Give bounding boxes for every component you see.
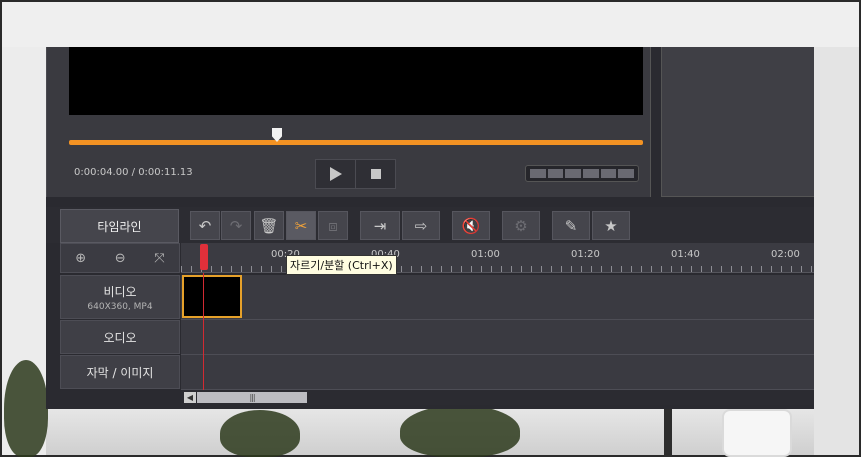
background-top <box>0 0 861 47</box>
ruler-label: 02:00 <box>771 249 800 260</box>
video-track-title: 비디오 <box>103 284 137 299</box>
export-button[interactable]: ⇨ <box>402 211 440 240</box>
playhead-line <box>203 273 204 390</box>
scrollbar-thumb[interactable]: ||| <box>197 392 307 403</box>
time-total: 0:00:11.13 <box>138 167 193 178</box>
slider-segment <box>565 169 582 178</box>
video-track[interactable] <box>181 275 814 320</box>
play-button[interactable] <box>316 160 356 188</box>
film-edit-icon: ✎ <box>564 216 578 235</box>
video-track-info: 640X360, MP4 <box>87 301 153 312</box>
favorite-clip-button[interactable]: ★ <box>592 211 630 240</box>
ruler-ticks <box>181 266 814 272</box>
track-label-video: 비디오 640X360, MP4 <box>60 275 180 319</box>
scroll-left-button[interactable]: ◀ <box>184 392 196 403</box>
slider-segment <box>583 169 599 178</box>
track-label-subtitle: 자막 / 이미지 <box>60 355 180 389</box>
timeline-scrollbar[interactable]: ◀ ||| <box>181 390 814 405</box>
video-clip[interactable] <box>182 275 242 318</box>
ruler-label: 01:40 <box>671 249 700 260</box>
undo-button[interactable]: ↶ <box>190 211 220 240</box>
audio-track[interactable] <box>181 320 814 355</box>
slider-segment <box>530 169 546 178</box>
preview-panel: 0:00:04.00 / 0:00:11.13 <box>46 47 651 197</box>
zoom-in-icon[interactable]: ⊕ <box>75 251 86 266</box>
delete-button[interactable]: 🗑 <box>254 211 284 240</box>
scissors-icon: ✂ <box>294 216 308 235</box>
plant-leaf <box>220 410 300 457</box>
trash-icon: 🗑 <box>259 216 279 235</box>
speaker-mute-icon: 🔇 <box>461 216 481 235</box>
undo-icon: ↶ <box>198 216 212 235</box>
mute-button[interactable]: 🔇 <box>452 211 490 240</box>
time-readout: 0:00:04.00 / 0:00:11.13 <box>74 167 193 178</box>
ruler-label: 01:20 <box>571 249 600 260</box>
subtitle-track-title: 자막 / 이미지 <box>86 365 154 380</box>
edit-clip-button[interactable]: ✎ <box>552 211 590 240</box>
insert-clip-icon: ⇥ <box>373 216 387 235</box>
crop-button[interactable]: ⧈ <box>318 211 348 240</box>
audio-track-title: 오디오 <box>103 330 137 345</box>
playback-controls <box>315 159 396 189</box>
stop-button[interactable] <box>356 160 395 188</box>
cut-tooltip: 자르기/분할 (Ctrl+X) <box>286 255 397 275</box>
video-preview <box>69 47 643 115</box>
film-star-icon: ★ <box>604 216 618 235</box>
redo-icon: ↷ <box>229 216 243 235</box>
fit-screen-icon[interactable]: ⤧ <box>154 251 164 266</box>
ruler-label: 01:00 <box>471 249 500 260</box>
time-current: 0:00:04.00 <box>74 167 129 178</box>
plant-leaf <box>400 405 520 457</box>
volume-slider[interactable] <box>525 165 639 182</box>
track-label-audio: 오디오 <box>60 320 180 354</box>
play-icon <box>329 167 342 181</box>
time-separator: / <box>128 167 139 178</box>
zoom-out-icon[interactable]: ⊖ <box>115 251 126 266</box>
timeline-ruler[interactable]: 00:20 00:40 01:00 01:20 01:40 02:00 <box>181 243 814 273</box>
video-editor-window: 0:00:04.00 / 0:00:11.13 타임라인 ↶ ↷ 🗑 ✂ ⧈ ⇥… <box>46 47 814 409</box>
slider-segment <box>547 169 564 178</box>
zoom-controls: ⊕ ⊖ ⤧ <box>60 243 180 273</box>
effect-button[interactable]: ⚙ <box>502 211 540 240</box>
insert-button[interactable]: ⇥ <box>360 211 400 240</box>
effect-icon: ⚙ <box>514 216 528 235</box>
tab-timeline[interactable]: 타임라인 <box>60 209 179 243</box>
export-clip-icon: ⇨ <box>414 216 428 235</box>
window-rod <box>664 409 672 457</box>
side-panel <box>661 47 814 197</box>
redo-button[interactable]: ↷ <box>221 211 251 240</box>
cut-button[interactable]: ✂ <box>286 211 316 240</box>
crop-icon: ⧈ <box>328 216 338 235</box>
playback-progress-bar[interactable] <box>69 140 643 145</box>
glass-vase <box>722 409 792 457</box>
plant-leaf <box>4 360 48 457</box>
slider-segment <box>618 169 635 178</box>
playhead-handle[interactable] <box>200 244 208 270</box>
background-right <box>814 47 861 457</box>
stop-icon <box>370 169 381 179</box>
slider-segment <box>600 169 617 178</box>
subtitle-track[interactable] <box>181 355 814 390</box>
